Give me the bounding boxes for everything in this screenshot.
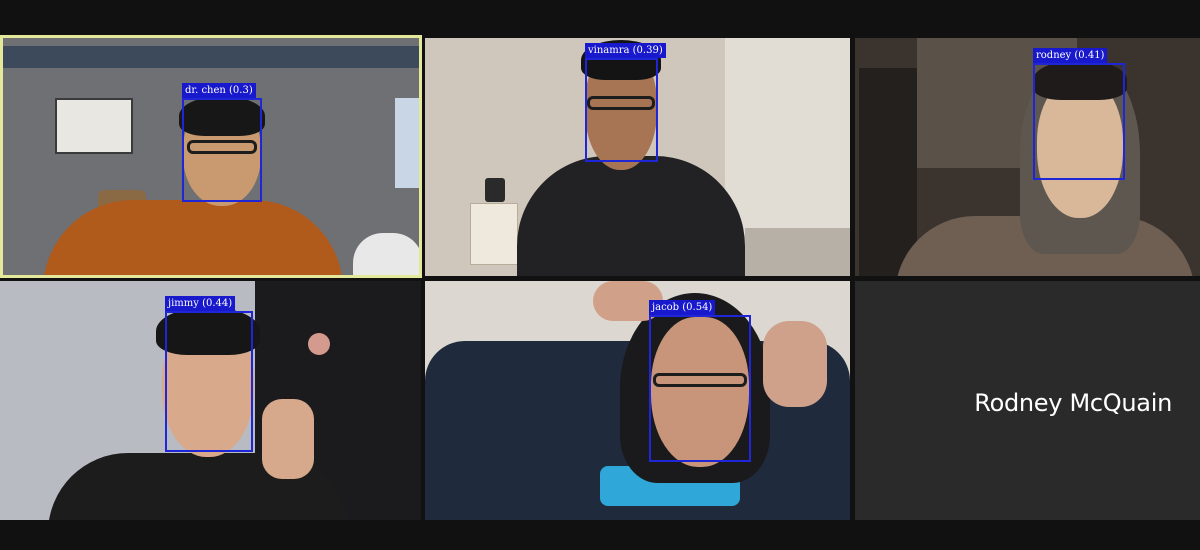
face-detection-box: jacob (0.54) [649, 300, 751, 462]
shelf [470, 203, 518, 265]
participant-raised-hand [262, 399, 314, 479]
video-tile-jacob[interactable]: jacob (0.54) [425, 281, 850, 520]
video-tile-vinamra[interactable]: vinamra (0.39) [425, 38, 850, 276]
video-tile-dr-chen[interactable]: dr. chen (0.3) [0, 35, 422, 278]
wall-trim [3, 46, 419, 68]
speaker [485, 178, 505, 202]
jacket-pin [308, 333, 330, 355]
face-detection-box: rodney (0.41) [1033, 48, 1125, 180]
detection-label: dr. chen (0.3) [182, 83, 256, 98]
wall-calligraphy [55, 98, 133, 154]
detection-label: jacob (0.54) [649, 300, 716, 315]
door-frame [859, 68, 917, 276]
video-tile-jimmy[interactable]: jimmy (0.44) [0, 281, 421, 520]
detection-label: vinamra (0.39) [585, 43, 666, 58]
participant-right-hand [763, 321, 827, 407]
face-detection-box: vinamra (0.39) [585, 43, 666, 162]
bag [353, 233, 419, 275]
background-poster [395, 98, 419, 188]
detection-label: jimmy (0.44) [165, 296, 236, 311]
participant-torso [43, 200, 343, 275]
video-tile-rodney[interactable]: rodney (0.41) [855, 38, 1200, 276]
desk-items [745, 228, 850, 276]
face-detection-box: jimmy (0.44) [165, 296, 253, 452]
face-detection-box: dr. chen (0.3) [182, 83, 262, 202]
detection-label: rodney (0.41) [1033, 48, 1108, 63]
participant-name: Rodney McQuain [974, 389, 1172, 417]
video-tile-rodney-mcquain[interactable]: Rodney McQuain [855, 281, 1200, 520]
participant-torso [517, 156, 745, 276]
